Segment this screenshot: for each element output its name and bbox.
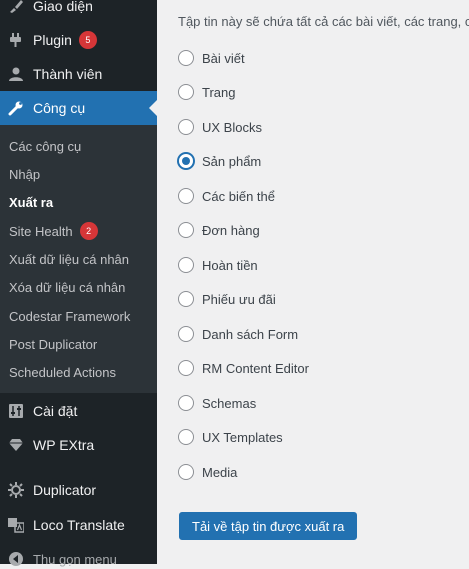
radio-button[interactable] <box>178 326 194 342</box>
menu-item-plugins[interactable]: Plugin 5 <box>0 23 157 57</box>
radio-button[interactable] <box>178 257 194 273</box>
export-option-orders[interactable]: Đơn hàng <box>178 220 260 240</box>
radio-button[interactable] <box>178 50 194 66</box>
option-label: Phiếu ưu đãi <box>202 291 276 307</box>
submenu-label: Codestar Framework <box>9 308 131 324</box>
menu-item-appearance[interactable]: Giao diện <box>0 0 157 23</box>
menu-item-users[interactable]: Thành viên <box>0 57 157 91</box>
option-label: Đơn hàng <box>202 222 260 238</box>
collapse-icon <box>6 549 26 569</box>
menu-label: WP EXtra <box>33 437 95 453</box>
menu-item-wp-extra[interactable]: WP EXtra <box>0 428 157 462</box>
active-menu-arrow <box>149 100 157 116</box>
admin-sidebar: Giao diện Plugin 5 Thành viên Công cụ Cá… <box>0 0 157 567</box>
export-option-form-list[interactable]: Danh sách Form <box>178 324 298 344</box>
diamond-icon <box>6 435 26 455</box>
option-label: Các biến thể <box>202 188 275 204</box>
export-option-variations[interactable]: Các biến thể <box>178 186 275 206</box>
option-label: UX Templates <box>202 429 283 445</box>
radio-button[interactable] <box>178 429 194 445</box>
export-option-schemas[interactable]: Schemas <box>178 393 256 413</box>
submenu-item-available-tools[interactable]: Các công cụ <box>9 136 81 156</box>
option-label: UX Blocks <box>202 119 262 135</box>
submenu-label: Xuất dữ liệu cá nhân <box>9 251 130 267</box>
export-description: Tập tin này sẽ chứa tất cả các bài viết,… <box>178 14 469 29</box>
submenu-item-export-personal-data[interactable]: Xuất dữ liệu cá nhân <box>9 249 129 269</box>
site-health-badge: 2 <box>79 222 98 240</box>
radio-button[interactable] <box>178 395 194 411</box>
option-label: Sản phẩm <box>202 153 262 169</box>
menu-label: Cài đặt <box>33 403 78 419</box>
radio-button[interactable] <box>178 360 194 376</box>
radio-button[interactable] <box>178 84 194 100</box>
option-label: Media <box>202 464 238 480</box>
wrench-icon <box>6 98 26 118</box>
users-icon <box>6 64 26 84</box>
tools-submenu: Các công cụ Nhập Xuất ra Site Health 2 X… <box>0 125 157 393</box>
radio-button[interactable] <box>178 119 194 135</box>
export-option-products[interactable]: Sản phẩm <box>178 151 261 171</box>
export-option-ux-blocks[interactable]: UX Blocks <box>178 117 262 137</box>
submenu-item-site-health[interactable]: Site Health 2 <box>9 221 98 241</box>
submenu-item-export[interactable]: Xuất ra <box>9 192 53 212</box>
option-label: Schemas <box>202 395 257 411</box>
menu-label: Thành viên <box>33 66 103 82</box>
menu-item-tools[interactable]: Công cụ <box>0 91 157 125</box>
radio-button[interactable] <box>178 188 194 204</box>
submenu-label: Xuất ra <box>9 194 54 210</box>
export-option-rm-content-editor[interactable]: RM Content Editor <box>178 358 309 378</box>
plugin-icon <box>6 30 26 50</box>
export-option-posts[interactable]: Bài viết <box>178 48 245 68</box>
export-option-coupons[interactable]: Phiếu ưu đãi <box>178 289 276 309</box>
submenu-label: Post Duplicator <box>9 336 98 352</box>
submenu-item-post-duplicator[interactable]: Post Duplicator <box>9 334 97 354</box>
duplicator-icon <box>6 480 26 500</box>
submenu-label: Xóa dữ liệu cá nhân <box>9 279 126 295</box>
collapse-menu-button[interactable]: Thu gọn menu <box>6 549 117 569</box>
menu-label: Công cụ <box>33 100 86 116</box>
menu-label: Loco Translate <box>33 517 125 533</box>
submenu-item-scheduled-actions[interactable]: Scheduled Actions <box>9 362 116 382</box>
export-option-pages[interactable]: Trang <box>178 82 235 102</box>
radio-button-selected[interactable] <box>178 153 194 169</box>
option-label: Bài viết <box>202 50 245 66</box>
plugin-update-badge: 5 <box>78 31 97 49</box>
submenu-item-erase-personal-data[interactable]: Xóa dữ liệu cá nhân <box>9 277 125 297</box>
menu-item-loco-translate[interactable]: Loco Translate <box>0 508 157 542</box>
download-export-button[interactable]: Tải về tập tin được xuất ra <box>179 512 358 540</box>
submenu-label: Các công cụ <box>9 138 82 154</box>
submenu-item-import[interactable]: Nhập <box>9 164 40 184</box>
collapse-label: Thu gọn menu <box>33 551 117 567</box>
menu-item-settings[interactable]: Cài đặt <box>0 394 157 428</box>
brush-icon <box>6 0 26 16</box>
menu-item-duplicator[interactable]: Duplicator <box>0 473 157 507</box>
radio-button[interactable] <box>178 222 194 238</box>
option-label: Danh sách Form <box>202 326 299 342</box>
submenu-label: Nhập <box>9 166 41 182</box>
export-option-media[interactable]: Media <box>178 462 237 482</box>
submenu-label: Scheduled Actions <box>9 364 116 380</box>
translate-icon <box>6 515 26 535</box>
submenu-label: Site Health <box>9 223 73 239</box>
settings-icon <box>6 401 26 421</box>
menu-label: Giao diện <box>33 0 93 14</box>
radio-button[interactable] <box>178 291 194 307</box>
radio-button[interactable] <box>178 464 194 480</box>
option-label: Hoàn tiền <box>202 257 258 273</box>
export-option-ux-templates[interactable]: UX Templates <box>178 427 283 447</box>
export-option-refunds[interactable]: Hoàn tiền <box>178 255 258 275</box>
submenu-item-codestar-framework[interactable]: Codestar Framework <box>9 306 130 326</box>
menu-label: Plugin <box>33 32 72 48</box>
option-label: Trang <box>202 84 236 100</box>
option-label: RM Content Editor <box>202 360 309 376</box>
main-content: Tập tin này sẽ chứa tất cả các bài viết,… <box>157 0 469 564</box>
menu-label: Duplicator <box>33 482 97 498</box>
